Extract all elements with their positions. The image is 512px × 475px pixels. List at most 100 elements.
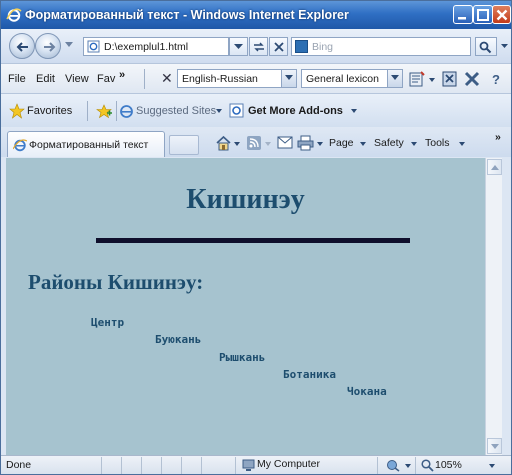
menu-favorites[interactable]: Fav [97,73,115,85]
window-title: Форматированный текст - Windows Internet… [25,8,349,22]
back-arrow-icon [16,42,28,52]
chevron-down-icon[interactable] [317,142,323,146]
address-dropdown-button[interactable] [229,37,248,56]
vertical-scrollbar[interactable] [485,158,502,455]
search-icon [479,41,492,54]
zoom-level[interactable]: 105% [435,459,462,471]
status-text: Done [6,459,32,471]
tab-active[interactable]: Форматированный текст [7,131,165,157]
stop-button[interactable] [269,37,288,56]
compatibility-view-button[interactable] [249,37,268,56]
chevron-down-icon[interactable] [489,464,495,468]
status-cell [201,457,202,474]
translate-icon[interactable] [408,70,426,88]
district-item: Центр [91,316,125,329]
chevron-down-icon[interactable] [351,109,357,113]
page-icon [87,40,100,53]
chevron-down-icon[interactable] [234,142,240,146]
status-cell [141,457,142,474]
district-item: Буюкань [155,333,202,346]
close-icon [496,9,508,21]
language-pair-select[interactable]: English-Russian [177,69,297,88]
search-input[interactable]: Bing [291,37,471,56]
forward-arrow-icon [44,42,56,52]
status-cell [161,457,162,474]
status-cell [235,457,236,474]
help-icon[interactable]: ? [487,70,505,88]
search-placeholder: Bing [312,41,334,53]
chevron-down-icon[interactable] [411,142,417,146]
mail-icon[interactable] [277,136,293,149]
menu-bar: File Edit View Fav » ✕ English-Russian G… [1,63,511,93]
ie-logo-icon [6,8,22,22]
stop-icon [274,42,284,52]
district-item: Ботаника [283,368,336,381]
safety-menu[interactable]: Safety [374,137,404,149]
minimize-button[interactable] [453,5,473,24]
scroll-up-button[interactable] [487,159,502,175]
page-content: Кишинэу Районы Кишинэу: Центр Буюкань Ры… [6,158,485,455]
bing-icon [295,40,308,53]
chevron-down-icon [491,444,499,449]
history-dropdown-icon[interactable] [65,42,73,48]
zoom-icon[interactable] [421,459,434,472]
divider [144,69,145,89]
menu-file[interactable]: File [8,73,26,85]
maximize-icon [477,9,489,21]
command-bar-overflow[interactable]: » [495,131,501,143]
print-icon[interactable] [297,135,314,151]
window-frame-edge [502,158,511,455]
language-pair-value: English-Russian [182,73,258,85]
page-menu[interactable]: Page [329,137,354,149]
status-cell [377,457,378,474]
status-cell [101,457,102,474]
dictionary-icon[interactable] [441,70,459,88]
search-button[interactable] [475,37,497,56]
page-title: Кишинэу [186,184,305,215]
tools-cross-icon[interactable] [463,70,481,88]
chevron-down-icon[interactable] [216,109,222,113]
chevron-down-icon [387,70,402,87]
chevron-down-icon[interactable] [429,78,435,82]
feeds-icon[interactable] [247,136,261,150]
chevron-down-icon[interactable] [360,142,366,146]
address-bar[interactable]: D:\exemplul1.html [83,37,229,56]
close-toolbar-icon[interactable]: ✕ [161,70,173,87]
back-button[interactable] [9,33,35,59]
home-icon[interactable] [215,135,232,151]
star-icon [9,103,25,119]
search-options-icon[interactable] [501,44,508,49]
status-cell [415,457,416,474]
protected-mode-icon[interactable] [386,459,400,472]
tools-menu[interactable]: Tools [425,137,450,149]
chevron-down-icon[interactable] [405,464,411,468]
menu-overflow[interactable]: » [119,69,125,81]
chevron-down-icon[interactable] [265,142,271,146]
suggested-sites-link[interactable]: Suggested Sites [136,105,216,117]
compatibility-icon [254,42,264,52]
chevron-down-icon[interactable] [459,142,465,146]
chevron-up-icon [491,165,499,170]
minimize-icon [458,17,466,20]
address-url: D:\exemplul1.html [104,41,189,53]
title-bar: Форматированный текст - Windows Internet… [1,1,511,29]
favorites-button[interactable]: Favorites [27,105,72,117]
status-cell [181,457,182,474]
scroll-down-button[interactable] [487,438,502,454]
add-favorite-icon[interactable] [96,104,112,119]
status-cell [121,457,122,474]
menu-view[interactable]: View [65,73,89,85]
computer-icon [242,459,255,471]
close-button[interactable] [492,5,511,24]
menu-edit[interactable]: Edit [36,73,55,85]
address-toolbar: D:\exemplul1.html Bing [1,29,511,63]
browser-window: Форматированный текст - Windows Internet… [0,0,512,475]
forward-button[interactable] [35,33,61,59]
svg-text:?: ? [492,72,500,87]
get-more-addons-link[interactable]: Get More Add-ons [248,105,343,117]
district-item: Чокана [347,385,387,398]
lexicon-select[interactable]: General lexicon [301,69,403,88]
new-tab-button[interactable] [169,135,199,155]
maximize-button[interactable] [473,5,493,24]
divider [116,101,117,121]
